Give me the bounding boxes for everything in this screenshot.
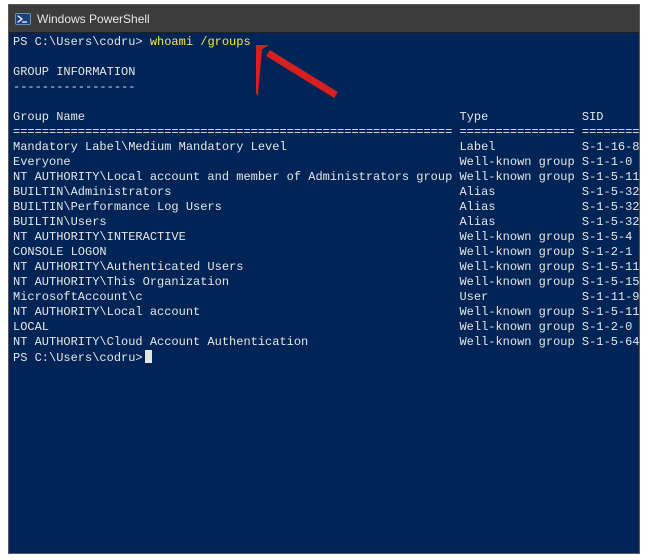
prompt-line: PS C:\Users\codru> <box>13 35 150 49</box>
table-row: BUILTIN\Users Alias S-1-5-32-545 <box>13 215 639 229</box>
section-underline: ----------------- <box>13 80 135 94</box>
cursor <box>145 350 152 363</box>
powershell-icon <box>15 11 31 27</box>
powershell-window: Windows PowerShell PS C:\Users\codru> wh… <box>8 4 640 554</box>
table-row: MicrosoftAccount\c User S-1-11-96-362345… <box>13 290 639 304</box>
table-header: Group Name Type SID <box>13 110 604 124</box>
table-row: NT AUTHORITY\Local account and member of… <box>13 170 639 184</box>
table-separator: ========================================… <box>13 125 639 139</box>
table-row: NT AUTHORITY\This Organization Well-know… <box>13 275 639 289</box>
table-row: BUILTIN\Performance Log Users Alias S-1-… <box>13 200 639 214</box>
section-title: GROUP INFORMATION <box>13 65 135 79</box>
command-text: whoami /groups <box>150 35 251 49</box>
table-row: NT AUTHORITY\INTERACTIVE Well-known grou… <box>13 230 632 244</box>
table-row: LOCAL Well-known group S-1-2-0 <box>13 320 632 334</box>
table-row: CONSOLE LOGON Well-known group S-1-2-1 <box>13 245 632 259</box>
window-title: Windows PowerShell <box>37 12 150 26</box>
terminal-area[interactable]: PS C:\Users\codru> whoami /groups GROUP … <box>9 33 639 553</box>
table-row: NT AUTHORITY\Cloud Account Authenticatio… <box>13 335 639 349</box>
prompt-line: PS C:\Users\codru> <box>13 351 143 365</box>
table-row: Everyone Well-known group S-1-1-0 <box>13 155 632 169</box>
table-row: Mandatory Label\Medium Mandatory Level L… <box>13 140 639 154</box>
table-row: NT AUTHORITY\Local account Well-known gr… <box>13 305 639 319</box>
table-row: BUILTIN\Administrators Alias S-1-5-32-54… <box>13 185 639 199</box>
window-titlebar[interactable]: Windows PowerShell <box>9 5 639 33</box>
table-row: NT AUTHORITY\Authenticated Users Well-kn… <box>13 260 639 274</box>
